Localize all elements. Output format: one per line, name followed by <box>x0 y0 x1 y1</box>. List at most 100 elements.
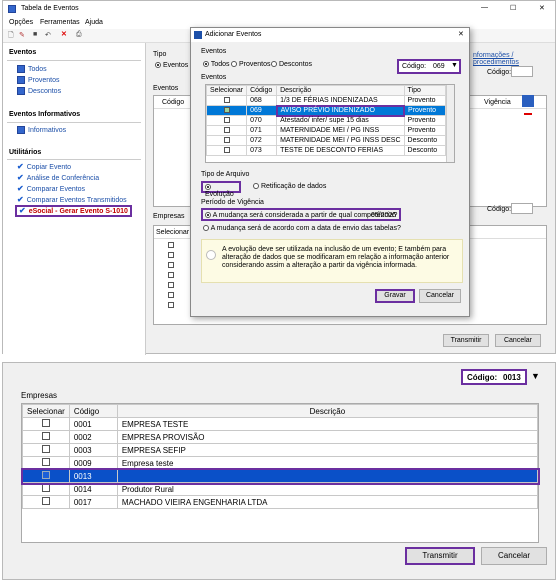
row-checkbox[interactable] <box>41 432 50 440</box>
tipo-eventos-radio[interactable]: Eventos <box>155 62 188 69</box>
row-checkbox[interactable] <box>41 419 50 427</box>
chevron-down-icon[interactable]: ▼ <box>451 62 458 69</box>
row-checkbox[interactable] <box>41 484 50 492</box>
sidebar-item-comparar[interactable]: ✔ Comparar Eventos <box>17 185 85 193</box>
row-checkbox[interactable] <box>41 471 50 479</box>
col-vigencia: Vigência <box>484 99 511 106</box>
table-row[interactable]: 0001 EMPRESA TESTE <box>22 417 539 431</box>
codigo-input-top[interactable] <box>511 66 533 77</box>
sidebar-item-analise[interactable]: ✔ Análise de Conferência <box>17 174 99 182</box>
remove-icon[interactable] <box>524 113 532 115</box>
gravar-button[interactable]: Gravar <box>375 289 415 303</box>
print-icon[interactable]: ⎙ <box>76 31 82 39</box>
check-icon: ✔ <box>17 162 24 171</box>
table-row[interactable]: 070 Atestado/ infer/ supe 15 dias Provento <box>205 115 447 126</box>
table-row[interactable]: 072 MATERNIDADE MEI / PG INSS DESC Descont… <box>205 135 447 146</box>
close-button[interactable]: ✕ <box>539 4 545 12</box>
cancelar-button-bg[interactable]: Cancelar <box>495 334 541 347</box>
info-link[interactable]: nformações / procedimentos <box>473 52 555 66</box>
doc-icon <box>17 65 25 73</box>
transmitir-button-bg[interactable]: Transmitir <box>443 334 489 347</box>
save-icon[interactable]: ■ <box>33 31 37 38</box>
row-checkbox[interactable] <box>223 116 230 123</box>
window-title: Tabela de Eventos <box>21 5 79 12</box>
dialog-app-icon <box>194 31 202 39</box>
menu-opcoes[interactable]: Opções <box>9 19 33 26</box>
menu-ferramentas[interactable]: Ferramentas <box>40 19 80 26</box>
table-row[interactable]: 0017 MACHADO VIEIRA ENGENHARIA LTDA <box>22 495 539 509</box>
sidebar-item-proventos[interactable]: Proventos <box>17 76 60 84</box>
radio-proventos[interactable]: Proventos <box>231 61 270 68</box>
section-eventos: Eventos <box>9 49 37 56</box>
codigo-filter-zoom[interactable]: Código: 0013 <box>461 369 527 385</box>
sidebar-item-todos[interactable]: Todos <box>17 65 47 73</box>
row-checkbox[interactable] <box>41 458 50 466</box>
sidebar-item-esocial-s1010[interactable]: ✔ eSocial - Gerar Evento S-1010 <box>15 205 132 217</box>
codigo-filter[interactable]: Código: 069 ▼ <box>397 59 461 74</box>
table-row[interactable]: 073 TESTE DE DESCONTO FERIAS Desconto <box>205 145 447 156</box>
transmitir-button[interactable]: Transmitir <box>405 547 475 565</box>
delete-icon[interactable]: ✕ <box>61 30 67 38</box>
table-row[interactable]: 0009 Empresa teste <box>22 456 539 470</box>
radio-competencia[interactable]: A mudança será considerada a partir de q… <box>201 208 401 221</box>
sidebar-item-copiar-evento[interactable]: ✔ Copiar Evento <box>17 163 71 171</box>
row-checkbox[interactable] <box>223 106 230 113</box>
tipo-arquivo-label: Tipo de Arquivo <box>201 171 250 178</box>
chevron-down-icon[interactable]: ▼ <box>531 371 540 381</box>
app-icon <box>8 5 16 13</box>
grid-icon[interactable] <box>522 95 534 107</box>
radio-retificacao[interactable]: Retificação de dados <box>253 183 326 190</box>
dialog-close-icon[interactable]: ✕ <box>458 30 464 38</box>
radio-todos[interactable]: Todos <box>203 61 230 68</box>
radio-data-envio[interactable]: A mudança será de acordo com a data de e… <box>203 225 401 232</box>
zoom-panel: Código: 0013 ▼ Empresas Selecionar Códig… <box>2 362 556 580</box>
row-checkbox[interactable] <box>223 126 230 133</box>
radio-evolucao[interactable]: Evolução <box>201 181 241 198</box>
row-checkbox[interactable] <box>223 146 230 153</box>
dialog-title: Adicionar Eventos <box>205 31 262 38</box>
doc-icon <box>17 126 25 134</box>
row-checkbox[interactable] <box>223 96 230 103</box>
title-bar: Tabela de Eventos — ☐ ✕ <box>3 1 555 17</box>
tipo-label: Tipo <box>153 51 167 58</box>
row-checkbox[interactable] <box>223 136 230 143</box>
table-row[interactable]: 0003 EMPRESA SEFIP <box>22 443 539 457</box>
cancelar-button[interactable]: Cancelar <box>481 547 547 565</box>
menu-ajuda[interactable]: Ajuda <box>85 19 103 26</box>
adicionar-eventos-dialog: Adicionar Eventos ✕ Eventos Todos Proven… <box>190 27 470 317</box>
new-icon[interactable]: 🗋 <box>8 31 14 42</box>
sidebar-item-descontos[interactable]: Descontos <box>17 87 61 95</box>
info-icon <box>206 250 216 260</box>
sidebar-item-comparar-transmitidos[interactable]: ✔ Comparar Eventos Transmitidos <box>17 196 127 204</box>
check-icon: ✔ <box>17 184 24 193</box>
minimize-button[interactable]: — <box>481 4 488 11</box>
section-utilitarios: Utilitários <box>9 149 42 156</box>
table-row[interactable]: 0014 Produtor Rural <box>22 482 539 496</box>
empresas-label: Empresas <box>153 213 185 220</box>
check-icon: ✔ <box>17 173 24 182</box>
undo-icon[interactable]: ↶ <box>45 31 51 39</box>
row-checkbox[interactable] <box>41 497 50 505</box>
info-text: A evolução deve ser utilizada na inclusã… <box>222 246 450 269</box>
col-codigo: Código <box>162 99 185 106</box>
maximize-button[interactable]: ☐ <box>510 4 516 12</box>
eventos-table-container[interactable]: Selecionar Código Descrição Tipo 068 1/3 … <box>205 84 455 163</box>
codigo-input-mid[interactable] <box>511 203 533 214</box>
row-checkbox[interactable] <box>41 445 50 453</box>
table-row-selected[interactable]: 0013 <box>20 467 540 485</box>
table-scrollbar[interactable] <box>446 85 454 162</box>
radio-descontos[interactable]: Descontos <box>271 61 312 68</box>
sidebar: Eventos Todos Proventos Descontos Evento… <box>3 43 146 355</box>
competencia-value[interactable]: 05/2025 <box>371 212 396 219</box>
table-row[interactable]: 0002 EMPRESA PROVISÃO <box>22 430 539 444</box>
table-row[interactable]: 068 1/3 DE FÉRIAS INDENIZADAS Provento <box>205 95 447 106</box>
edit-icon[interactable]: ✎ <box>19 31 25 39</box>
col-selecionar: Selecionar <box>156 229 190 236</box>
sidebar-item-informativos[interactable]: Informativos <box>17 126 66 134</box>
empresas-zoom-label: Empresas <box>21 391 58 400</box>
empresas-zoom-grid[interactable]: Selecionar Código Descrição 0001 EMPRESA … <box>20 403 540 543</box>
table-row-selected[interactable]: 069 AVISO PRÉVIO INDENIZADO Provento <box>205 104 447 117</box>
cancelar-dialog-button[interactable]: Cancelar <box>419 289 461 303</box>
table-row[interactable]: 071 MATERNIDADE MEI / PG INSS Provento <box>205 125 447 136</box>
eventos-label: Eventos <box>153 85 179 92</box>
